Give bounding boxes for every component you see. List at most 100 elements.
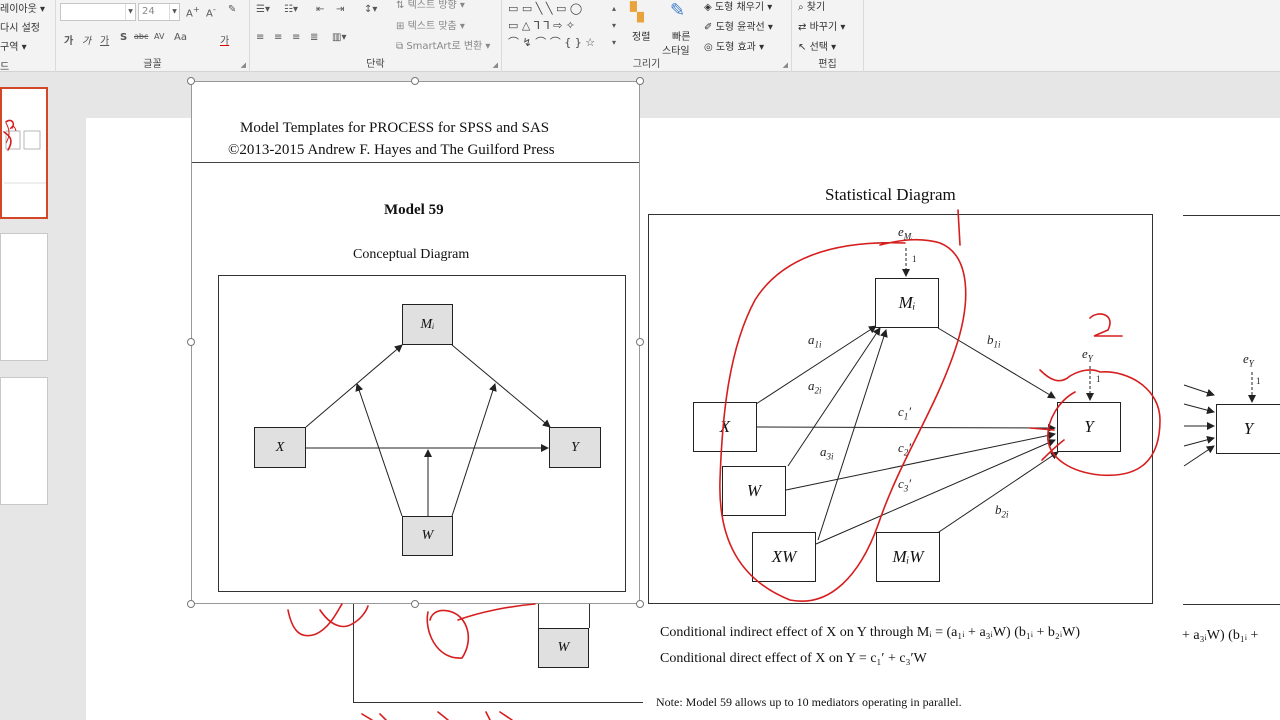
grow-font-icon[interactable]: A+ — [186, 4, 200, 19]
shapes-row-3: ⌒ ↯ ⌒ ⌒ { } ☆ — [508, 36, 596, 49]
path-sub: 2 — [903, 447, 909, 458]
columns-icon[interactable]: ▥▾ — [332, 32, 346, 43]
font-color-button[interactable]: 가 — [220, 32, 229, 47]
resize-handle-top[interactable] — [411, 77, 419, 85]
dialog-launcher-icon[interactable]: ◢ — [241, 61, 246, 69]
path-sub: 1i — [993, 339, 1001, 350]
node-m: Mᵢ — [875, 278, 939, 328]
align-left-icon[interactable]: ≡ — [256, 32, 264, 43]
path-a3: a3i — [820, 444, 834, 462]
node-x: X — [693, 402, 757, 452]
shape-outline-label: 도형 윤곽선 — [715, 22, 765, 33]
arrange-button[interactable]: 정렬 — [632, 28, 650, 43]
reset-button[interactable]: 다시 설정 — [0, 19, 40, 34]
dialog-launcher-icon[interactable]: ◢ — [493, 61, 498, 69]
concept-node-m: Mᵢ — [402, 304, 453, 345]
decrease-indent-icon[interactable]: ⇤ — [316, 4, 324, 15]
align-right-icon[interactable]: ≡ — [292, 32, 300, 43]
find-button[interactable]: ⌕ 찾기 — [798, 0, 825, 13]
smartart-button[interactable]: ⧉ SmartArt로 변환 ▾ — [396, 37, 490, 52]
path-sub: 1i — [814, 339, 822, 350]
layout-button[interactable]: 레이아웃 ▾ — [0, 0, 45, 15]
error-sub: Mᵢ — [903, 231, 913, 242]
font-size-value: 24 — [142, 6, 155, 17]
find-label: 찾기 — [806, 2, 826, 13]
slide-thumbnail-2[interactable] — [0, 233, 48, 361]
line-spacing-icon[interactable]: ↕▾ — [364, 4, 377, 15]
change-case-button[interactable]: Aa — [174, 32, 187, 43]
path-c3: c3′ — [898, 476, 912, 494]
increase-indent-icon[interactable]: ⇥ — [336, 4, 344, 15]
bold-button[interactable]: 가 — [64, 32, 73, 47]
section-label: 구역 — [0, 42, 19, 53]
shadow-button[interactable]: S — [120, 32, 127, 43]
text-direction-button[interactable]: ⇅ 텍스트 방향 ▾ — [396, 0, 465, 11]
section-button[interactable]: 구역 ▾ — [0, 38, 27, 53]
italic-button[interactable]: 가 — [82, 32, 91, 47]
quick-styles-label-1[interactable]: 빠른 — [672, 28, 690, 43]
shapes-gallery[interactable]: ▭ ▭ ╲ ╲ ▭ ◯ ▭ △ ⅂ ⅂ ⇨ ✧ ⌒ ↯ ⌒ ⌒ { } ☆ — [508, 0, 616, 52]
bullets-icon[interactable]: ☰▾ — [256, 4, 270, 15]
select-label: 선택 — [809, 42, 828, 53]
shape-effects-button[interactable]: ◎ 도형 효과 ▾ — [704, 38, 764, 53]
lower-line-bottom — [353, 702, 643, 703]
align-center-icon[interactable]: ≡ — [274, 32, 282, 43]
concept-node-w: W — [402, 516, 453, 556]
smartart-label: SmartArt로 변환 — [406, 41, 483, 52]
path-c2: c2′ — [898, 440, 912, 458]
justify-icon[interactable]: ≣ — [310, 32, 318, 43]
path-sub: 2i — [814, 385, 822, 396]
concept-node-x: X — [254, 427, 306, 468]
shrink-font-icon[interactable]: A- — [206, 4, 216, 19]
font-group: ▼ 24 ▼ A+ A- ✎ 가 가 가 S abc AV Aa 가 글꼴 ◢ — [56, 0, 250, 72]
shape-outline-button[interactable]: ✐ 도형 윤곽선 ▾ — [704, 18, 773, 33]
layout-label: 레이아웃 — [0, 4, 37, 15]
replace-label: 바꾸기 — [809, 22, 838, 33]
shapes-row-2: ▭ △ ⅂ ⅂ ⇨ ✧ — [508, 19, 576, 32]
node-y: Y — [1057, 402, 1121, 452]
align-text-button[interactable]: ⊞ 텍스트 맞춤 ▾ — [396, 17, 465, 32]
select-button[interactable]: ↖ 선택 ▾ — [798, 38, 836, 53]
resize-handle-bottom-left[interactable] — [187, 600, 195, 608]
shape-fill-label: 도형 채우기 — [714, 2, 765, 13]
path-c1: c1′ — [898, 404, 912, 422]
resize-handle-left[interactable] — [187, 338, 195, 346]
resize-handle-top-left[interactable] — [187, 77, 195, 85]
clear-format-icon[interactable]: ✎ — [228, 4, 236, 15]
conceptual-diagram-image[interactable]: Model Templates for PROCESS for SPSS and… — [191, 81, 640, 604]
slide-thumbnail-1[interactable] — [0, 87, 48, 219]
slide-thumbnail-3[interactable] — [0, 377, 48, 505]
font-group-label: 글꼴 — [143, 59, 162, 70]
strikethrough-button[interactable]: abc — [134, 32, 148, 41]
node-mw: MᵢW — [876, 532, 940, 582]
indirect-effect-text: Conditional indirect effect of X on Y th… — [660, 625, 1080, 640]
path-b2: b2i — [995, 502, 1009, 520]
error-label-y: eY — [1082, 346, 1093, 364]
char-spacing-button[interactable]: AV — [154, 32, 164, 41]
shape-effects-label: 도형 효과 — [715, 42, 756, 53]
shape-fill-button[interactable]: ◈ 도형 채우기 ▾ — [704, 0, 772, 13]
ribbon: 레이아웃 ▾ 다시 설정 구역 ▾ 드 ▼ 24 ▼ A+ A- ✎ 가 가 가 … — [0, 0, 1280, 73]
dialog-launcher-icon[interactable]: ◢ — [783, 61, 788, 69]
statistical-diagram-image[interactable]: Statistical Diagram Mᵢ X W XW MᵢW Y Y eM… — [640, 180, 1280, 720]
shapes-row-1: ▭ ▭ ╲ ╲ ▭ ◯ — [508, 2, 583, 15]
resize-handle-bottom[interactable] — [411, 600, 419, 608]
node-xw: XW — [752, 532, 816, 582]
resize-handle-bottom-right[interactable] — [636, 600, 644, 608]
arrange-icon[interactable]: ▚ — [630, 2, 644, 23]
direct-effect-text: Conditional direct effect of X on Y = c₁… — [660, 651, 927, 666]
font-size-combo[interactable]: 24 ▼ — [138, 3, 180, 21]
note-text: Note: Model 59 allows up to 10 mediators… — [656, 695, 962, 709]
resize-handle-top-right[interactable] — [636, 77, 644, 85]
resize-handle-right[interactable] — [636, 338, 644, 346]
quick-styles-icon[interactable]: ✎ — [670, 0, 685, 21]
error-label-y-right: eY — [1243, 351, 1254, 369]
one-label-m: 1 — [912, 254, 917, 264]
numbering-icon[interactable]: ☷▾ — [284, 4, 298, 15]
replace-icon: ⇄ — [798, 22, 807, 33]
lower-line-left — [353, 604, 354, 702]
underline-button[interactable]: 가 — [100, 32, 109, 47]
replace-button[interactable]: ⇄ 바꾸기 ▾ — [798, 18, 845, 33]
font-name-combo[interactable]: ▼ — [60, 3, 136, 21]
gallery-scroll-icon[interactable]: ▴ ▾ ▾ — [612, 0, 616, 51]
